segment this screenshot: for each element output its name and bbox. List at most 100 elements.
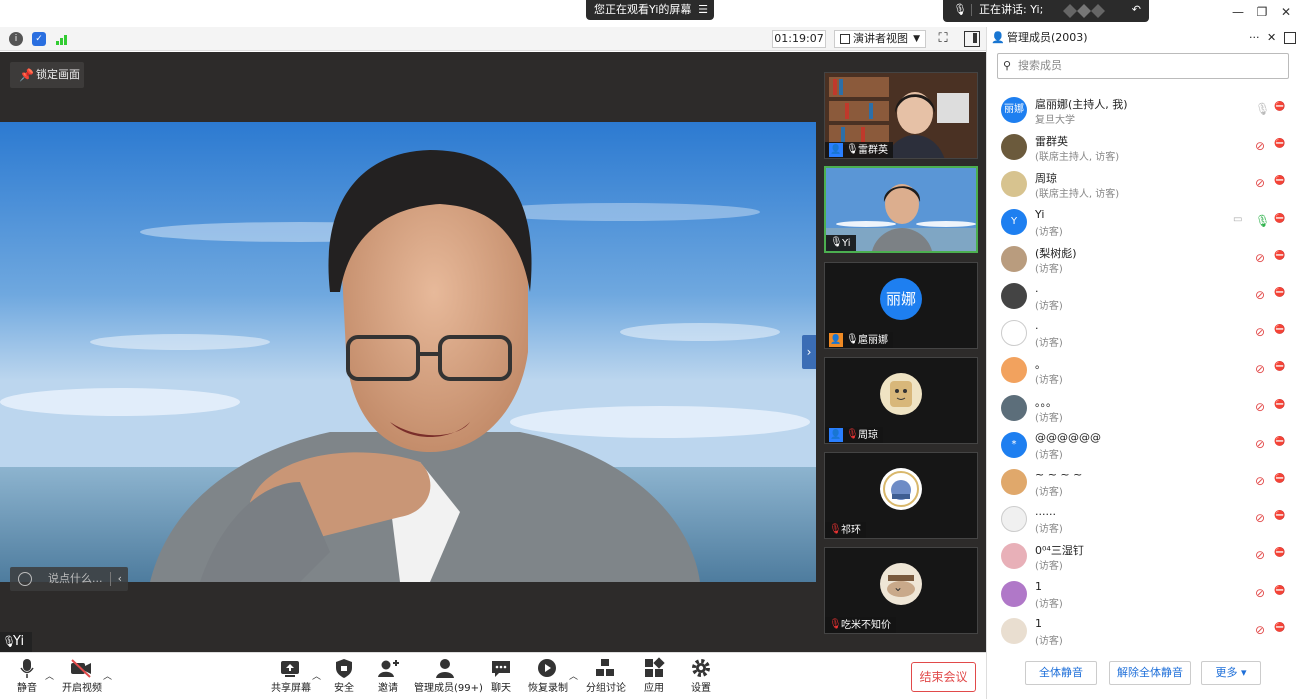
chevron-up-icon[interactable]: ︿ xyxy=(103,669,112,682)
participant-name: 0⁰⁴三湿钉 xyxy=(1035,544,1084,558)
restore-icon[interactable]: ❐ xyxy=(1254,4,1270,20)
video-thumbnail[interactable]: 👤 🎙雷群英 xyxy=(824,72,978,159)
more-icon[interactable]: ··· xyxy=(1249,27,1260,49)
participant-row[interactable]: 丽娜 扈丽娜(主持人, 我) 复旦大学 🎙 ⛔ xyxy=(987,93,1300,130)
participant-row[interactable]: ~ ~ ~ ~ (访客) ⊘ ⛔ xyxy=(987,465,1300,502)
mic-muted-icon[interactable]: ⊘ xyxy=(1255,586,1265,600)
participant-row[interactable]: 周琼 (联席主持人, 访客) ⊘ ⛔ xyxy=(987,167,1300,204)
video-off-icon[interactable]: ⛔ xyxy=(1274,586,1285,596)
mic-muted-icon[interactable]: ⊘ xyxy=(1255,623,1265,637)
participant-row[interactable]: (梨树彪) (访客) ⊘ ⛔ xyxy=(987,242,1300,279)
mic-muted-icon[interactable]: ⊘ xyxy=(1255,548,1265,562)
participant-row[interactable]: . (访客) ⊘ ⛔ xyxy=(987,316,1300,353)
start-video-button[interactable]: 开启视频 ︿ xyxy=(62,657,112,697)
security-button[interactable]: 安全 xyxy=(332,657,356,697)
chevron-up-icon[interactable]: ︿ xyxy=(45,669,54,682)
viewing-screen-indicator[interactable]: 您正在观看Yi的屏幕 ☰ xyxy=(586,0,714,20)
video-off-icon[interactable]: ⛔ xyxy=(1274,511,1285,521)
settings-button[interactable]: 设置 xyxy=(689,657,713,697)
participant-row[interactable]: 1 (访客) ⊘ ⛔ xyxy=(987,614,1300,651)
breakout-rooms-button[interactable]: 分组讨论 xyxy=(586,657,626,697)
participant-row[interactable]: * @@@@@@ (访客) ⊘ ⛔ xyxy=(987,428,1300,465)
chevron-up-icon[interactable]: ︿ xyxy=(569,669,578,682)
participant-row[interactable]: 1 (访客) ⊘ ⛔ xyxy=(987,577,1300,614)
resume-recording-button[interactable]: 恢复录制 ︿ xyxy=(528,657,578,697)
shield-icon[interactable]: ✓ xyxy=(32,32,46,46)
microphone-icon[interactable]: 🎙 xyxy=(1255,214,1270,228)
mute-all-button[interactable]: 全体静音 xyxy=(1025,661,1097,685)
participant-row[interactable]: ...... (访客) ⊘ ⛔ xyxy=(987,502,1300,539)
panel-toggle-icon[interactable] xyxy=(964,31,980,47)
apps-button[interactable]: 应用 xyxy=(642,657,666,697)
info-icon[interactable]: i xyxy=(9,32,23,46)
microphone-icon: 🎙 xyxy=(953,3,967,16)
video-thumbnail[interactable]: 🎙祁环 xyxy=(824,452,978,539)
video-off-icon[interactable]: ⛔ xyxy=(1274,437,1285,447)
video-off-icon[interactable]: ⛔ xyxy=(1274,176,1285,186)
video-off-icon[interactable]: ⛔ xyxy=(1274,362,1285,372)
mic-muted-icon[interactable]: ⊘ xyxy=(1255,474,1265,488)
video-off-icon[interactable]: ⛔ xyxy=(1274,251,1285,261)
microphone-icon[interactable]: 🎙 xyxy=(1255,102,1270,116)
security-label: 安全 xyxy=(334,683,354,694)
mute-button[interactable]: 静音 ︿ xyxy=(12,657,54,697)
search-input[interactable]: ⚲ 搜索成员 xyxy=(997,53,1289,79)
participant-row[interactable]: 雷群英 (联席主持人, 访客) ⊘ ⛔ xyxy=(987,130,1300,167)
signal-icon[interactable] xyxy=(55,33,69,45)
video-off-icon[interactable]: ⛔ xyxy=(1274,288,1285,298)
collapse-thumbnails-button[interactable]: › xyxy=(802,335,816,369)
invite-button[interactable]: 邀请 xyxy=(376,657,400,697)
mic-muted-icon[interactable]: ⊘ xyxy=(1255,139,1265,153)
view-mode-select[interactable]: 演讲者视图 ▼ xyxy=(834,30,926,48)
chevron-up-icon[interactable]: ︿ xyxy=(312,669,321,682)
panel-toggle-icon[interactable] xyxy=(1284,32,1296,44)
video-thumbnail[interactable]: 👤 🎙周琼 xyxy=(824,357,978,444)
mic-muted-icon[interactable]: ⊘ xyxy=(1255,176,1265,190)
close-icon[interactable]: ✕ xyxy=(1267,27,1276,49)
video-off-icon[interactable]: ⛔ xyxy=(1274,623,1285,633)
unmute-all-button[interactable]: 解除全体静音 xyxy=(1109,661,1191,685)
participant-row[interactable]: Y Yi (访客) ▭ 🎙 ⛔ xyxy=(987,205,1300,242)
video-off-icon[interactable]: ⛔ xyxy=(1274,325,1285,335)
video-thumbnail[interactable]: ⌄ 🎙吃米不知价 xyxy=(824,547,978,634)
video-thumbnail[interactable]: 丽娜 👤 🎙扈丽娜 xyxy=(824,262,978,349)
chat-button[interactable]: 聊天 xyxy=(489,657,513,697)
video-off-icon[interactable]: ⛔ xyxy=(1274,139,1285,149)
video-off-icon[interactable]: ⛔ xyxy=(1274,102,1285,112)
participant-row[interactable]: . (访客) ⊘ ⛔ xyxy=(987,279,1300,316)
video-off-icon[interactable]: ⛔ xyxy=(1274,474,1285,484)
mic-muted-icon[interactable]: ⊘ xyxy=(1255,511,1265,525)
main-video[interactable]: 📌 锁定画面 说点什么... ‹ 🎙 Yi xyxy=(0,52,816,652)
share-screen-button[interactable]: 共享屏幕 ︿ xyxy=(271,657,321,697)
emoji-icon[interactable] xyxy=(18,572,32,586)
chevron-down-icon[interactable]: ⌄ xyxy=(893,580,903,594)
video-off-icon[interactable]: ⛔ xyxy=(1274,548,1285,558)
fullscreen-icon[interactable]: ⛶ xyxy=(935,31,951,47)
lock-view-button[interactable]: 📌 锁定画面 xyxy=(10,62,84,88)
participant-row[interactable]: 。 (访客) ⊘ ⛔ xyxy=(987,353,1300,390)
menu-icon[interactable]: ☰ xyxy=(698,0,708,20)
more-button[interactable]: 更多 ▾ xyxy=(1201,661,1261,685)
minimize-icon[interactable]: — xyxy=(1230,4,1246,20)
participant-row[interactable]: 0⁰⁴三湿钉 (访客) ⊘ ⛔ xyxy=(987,539,1300,576)
mic-muted-icon[interactable]: ⊘ xyxy=(1255,400,1265,414)
close-icon[interactable]: ✕ xyxy=(1278,4,1294,20)
manage-participants-button[interactable]: 管理成员(99+) xyxy=(414,657,483,697)
video-thumbnail[interactable]: 🎙Yi xyxy=(824,166,978,253)
manage-participants-label: 管理成员(99+) xyxy=(414,683,483,694)
video-off-icon[interactable]: ⛔ xyxy=(1274,400,1285,410)
mic-muted-icon[interactable]: ⊘ xyxy=(1255,362,1265,376)
mic-muted-icon[interactable]: ⊘ xyxy=(1255,251,1265,265)
avatar: Y xyxy=(1001,208,1027,235)
lock-view-label: 锁定画面 xyxy=(36,68,80,81)
chevron-left-icon[interactable]: ‹ xyxy=(118,567,122,591)
undo-icon[interactable]: ↶ xyxy=(1132,0,1141,20)
screen-share-icon[interactable]: ▭ xyxy=(1233,214,1242,225)
mic-muted-icon[interactable]: ⊘ xyxy=(1255,288,1265,302)
chat-input[interactable]: 说点什么... ‹ xyxy=(10,567,128,591)
end-meeting-button[interactable]: 结束会议 xyxy=(911,662,976,692)
mic-muted-icon[interactable]: ⊘ xyxy=(1255,325,1265,339)
mic-muted-icon[interactable]: ⊘ xyxy=(1255,437,1265,451)
participant-row[interactable]: 。。。 (访客) ⊘ ⛔ xyxy=(987,391,1300,428)
video-off-icon[interactable]: ⛔ xyxy=(1274,214,1285,224)
